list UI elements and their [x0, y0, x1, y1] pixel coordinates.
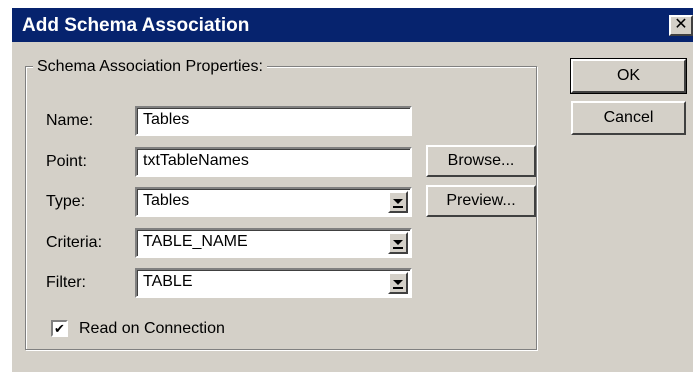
point-label: Point:	[46, 153, 87, 170]
read-on-connection-checkbox[interactable]: ✔	[51, 320, 68, 337]
criteria-select[interactable]: TABLE_NAME	[135, 228, 412, 258]
preview-button[interactable]: Preview...	[426, 185, 536, 217]
cancel-button[interactable]: Cancel	[571, 101, 686, 135]
browse-button[interactable]: Browse...	[426, 145, 536, 177]
read-on-connection-label[interactable]: Read on Connection	[79, 320, 225, 338]
filter-select[interactable]: TABLE	[135, 268, 412, 298]
point-field[interactable]: txtTableNames	[135, 147, 412, 177]
dropdown-bar-icon	[393, 287, 403, 289]
name-field[interactable]: Tables	[135, 106, 412, 136]
checkmark-icon: ✔	[54, 321, 65, 336]
type-select[interactable]: Tables	[135, 187, 412, 217]
chevron-down-icon	[393, 199, 403, 204]
criteria-dropdown-button[interactable]	[388, 232, 408, 254]
filter-dropdown-button[interactable]	[388, 272, 408, 294]
close-button[interactable]: ✕	[669, 15, 693, 36]
close-icon: ✕	[674, 16, 688, 33]
criteria-label: Criteria:	[46, 234, 103, 251]
filter-label: Filter:	[46, 274, 86, 291]
type-label: Type:	[46, 193, 86, 210]
dropdown-bar-icon	[393, 247, 403, 249]
dropdown-bar-icon	[393, 206, 403, 208]
dialog-title: Add Schema Association	[22, 15, 250, 36]
type-dropdown-button[interactable]	[388, 191, 408, 213]
name-label: Name:	[46, 112, 94, 129]
chevron-down-icon	[393, 240, 403, 245]
groupbox-label: Schema Association Properties:	[33, 58, 267, 76]
ok-button[interactable]: OK	[570, 58, 687, 94]
chevron-down-icon	[393, 280, 403, 285]
title-bar[interactable]: Add Schema Association ✕	[12, 8, 693, 42]
